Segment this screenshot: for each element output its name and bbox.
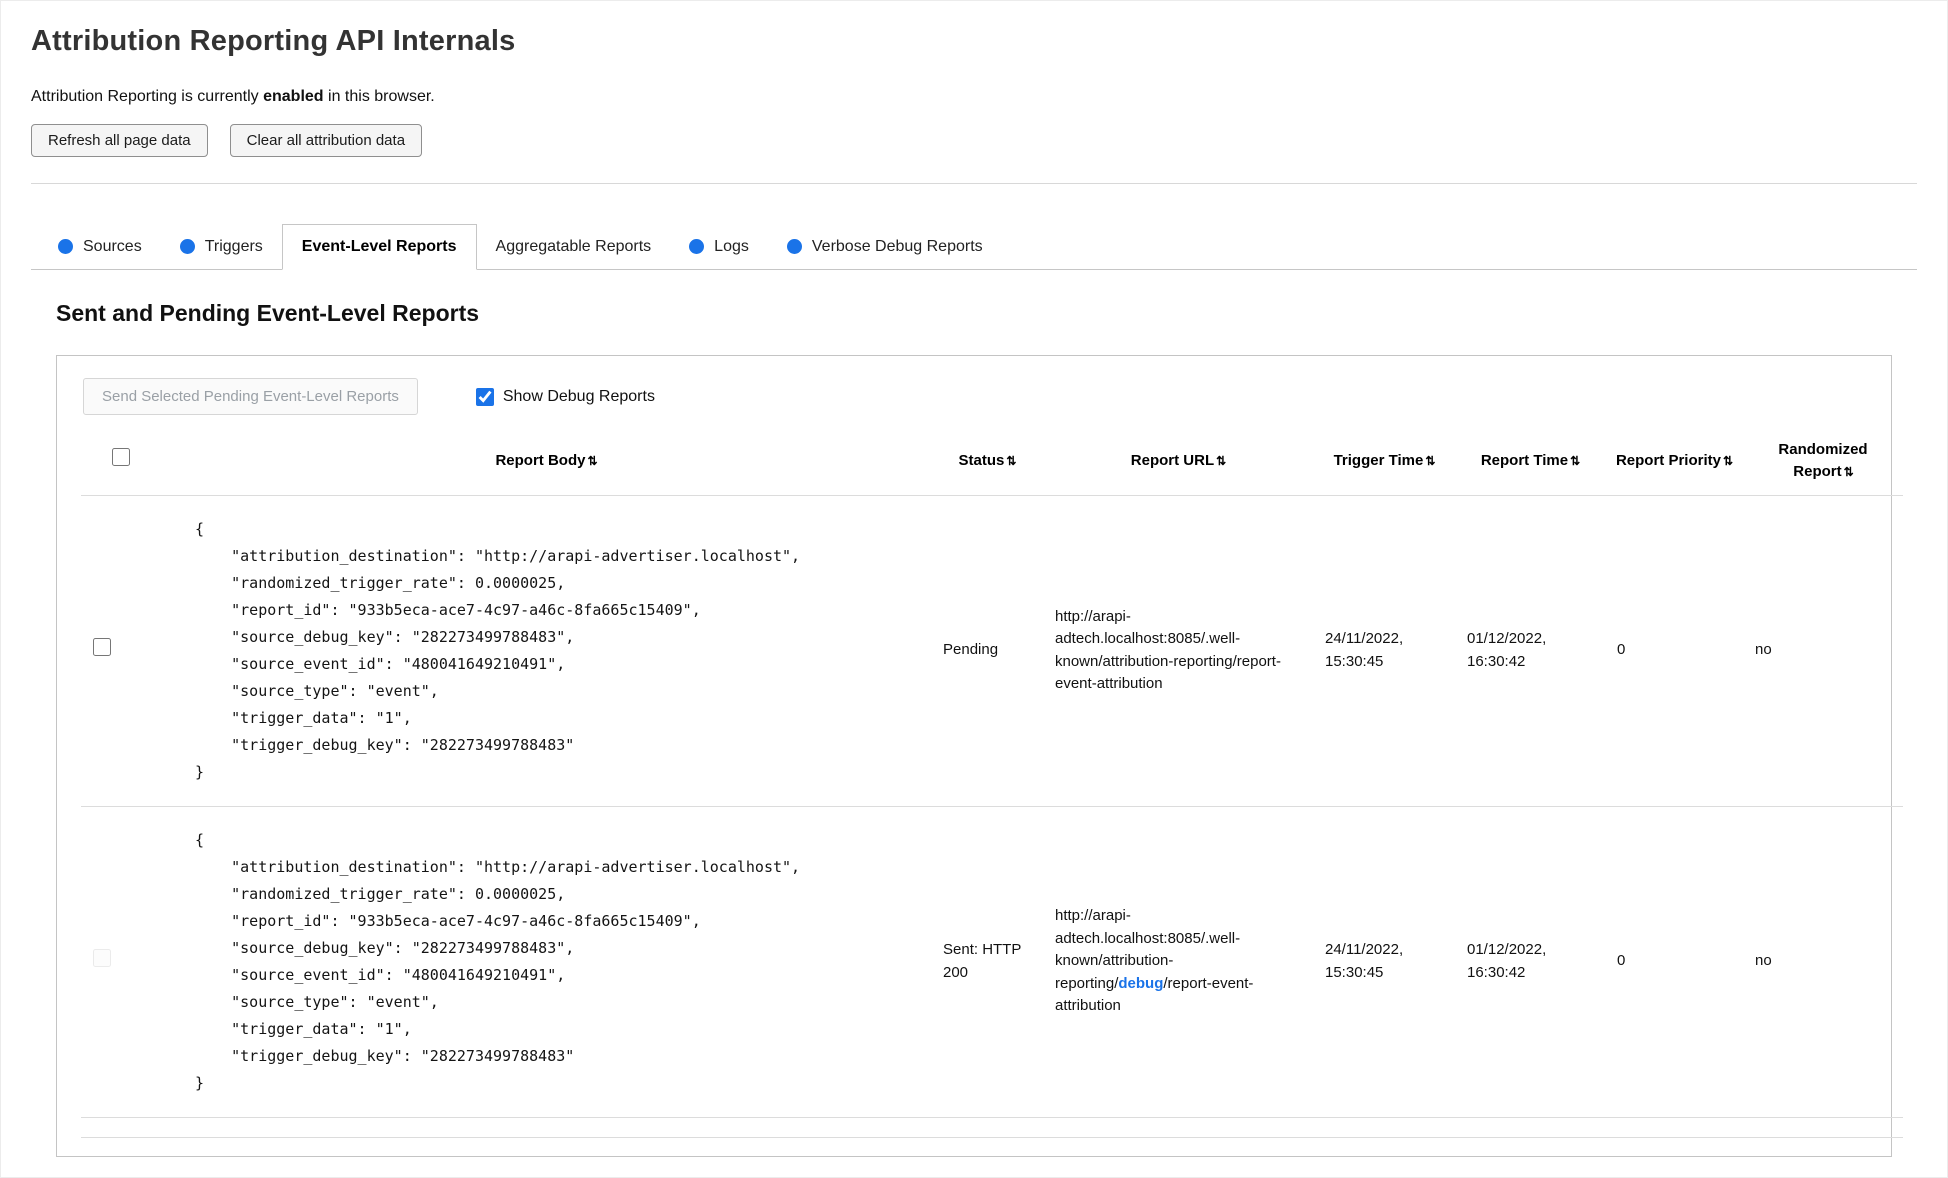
new-data-dot-icon (58, 239, 73, 254)
sort-icon: ⇅ (587, 453, 597, 468)
tab-strip: Sources Triggers Event-Level Reports Agg… (31, 224, 1917, 270)
header-report-url[interactable]: Report URL ⇅ (1043, 429, 1313, 495)
trigger-time-cell: 24/11/2022, 15:30:45 (1325, 941, 1404, 981)
status-cell: Pending (943, 641, 999, 659)
header-trigger-time[interactable]: Trigger Time ⇅ (1313, 429, 1455, 495)
tab-aggregatable-reports[interactable]: Aggregatable Reports (477, 224, 671, 269)
sort-icon: ⇅ (1006, 453, 1016, 468)
row-checkbox[interactable] (93, 637, 111, 656)
report-priority-cell: 0 (1617, 952, 1626, 970)
clear-all-button[interactable]: Clear all attribution data (229, 124, 423, 157)
send-selected-button[interactable]: Send Selected Pending Event-Level Report… (83, 378, 418, 415)
report-body-cell: { "attribution_destination": "http://ara… (161, 806, 931, 1117)
page-title: Attribution Reporting API Internals (31, 25, 516, 57)
new-data-dot-icon (786, 239, 802, 254)
status-prefix: Attribution Reporting is currently (31, 88, 264, 105)
sort-icon: ⇅ (1216, 453, 1226, 468)
status-suffix: in this browser. (323, 88, 435, 105)
tab-label: Sources (83, 237, 142, 255)
refresh-all-button[interactable]: Refresh all page data (31, 124, 208, 157)
header-report-body[interactable]: Report Body ⇅ (161, 429, 931, 495)
table-footer-spacer (81, 1117, 1903, 1137)
table-header-row: Report Body ⇅ Status ⇅ Report URL ⇅ Trigger… (81, 429, 1903, 495)
row-checkbox-cell (81, 806, 161, 1117)
select-all-checkbox[interactable] (112, 448, 130, 467)
select-all-header (81, 429, 161, 495)
report-time-cell: 01/12/2022, 16:30:42 (1467, 630, 1547, 670)
panel-toolbar: Send Selected Pending Event-Level Report… (83, 378, 1867, 415)
report-url-cell: http://arapi-adtech.localhost:8085/.well… (1043, 806, 1313, 1117)
tab-triggers[interactable]: Triggers (161, 224, 282, 269)
header-status[interactable]: Status ⇅ (931, 429, 1043, 495)
tab-label: Aggregatable Reports (495, 237, 652, 255)
row-checkbox (93, 948, 111, 967)
tab-verbose-debug-reports[interactable]: Verbose Debug Reports (768, 224, 1002, 269)
tab-label: Verbose Debug Reports (811, 237, 983, 255)
show-debug-label: Show Debug Reports (502, 387, 655, 405)
header-report-time[interactable]: Report Time ⇅ (1455, 429, 1605, 495)
section-title: Sent and Pending Event-Level Reports (56, 300, 480, 326)
tab-label: Triggers (204, 237, 263, 255)
tab-label: Event-Level Reports (301, 238, 457, 255)
report-url-cell: http://arapi-adtech.localhost:8085/.well… (1055, 607, 1281, 693)
status-enabled: enabled (263, 88, 324, 105)
table-row: { "attribution_destination": "http://ara… (81, 495, 1903, 806)
header-report-priority[interactable]: Report Priority ⇅ (1605, 429, 1743, 495)
divider (31, 183, 1917, 184)
sort-icon: ⇅ (1722, 453, 1733, 468)
report-time-cell: 01/12/2022, 16:30:42 (1467, 941, 1547, 981)
new-data-dot-icon (179, 239, 195, 254)
top-toolbar: Refresh all page data Clear all attribut… (31, 124, 1917, 157)
debug-link[interactable]: debug (1118, 975, 1163, 992)
tab-event-level-reports[interactable]: Event-Level Reports (281, 224, 477, 270)
status-text: Attribution Reporting is currently enabl… (31, 88, 1917, 106)
sort-icon: ⇅ (1843, 464, 1854, 479)
trigger-time-cell: 24/11/2022, 15:30:45 (1325, 630, 1404, 670)
report-body-cell: { "attribution_destination": "http://ara… (161, 495, 931, 806)
attribution-internals-page: Attribution Reporting API Internals Attr… (1, 1, 1947, 1157)
header-randomized-report[interactable]: Randomized Report ⇅ (1743, 429, 1903, 495)
reports-panel: Send Selected Pending Event-Level Report… (56, 355, 1903, 1157)
new-data-dot-icon (689, 239, 705, 254)
tab-label: Logs (714, 237, 749, 255)
report-body-json: { "attribution_destination": "http://ara… (195, 830, 801, 1092)
status-cell: Sent: HTTP 200 (943, 941, 1022, 981)
report-priority-cell: 0 (1617, 641, 1626, 659)
row-checkbox-cell (81, 495, 161, 806)
sort-icon: ⇅ (1570, 453, 1580, 468)
show-debug-checkbox[interactable] (475, 387, 494, 406)
randomized-report-cell: no (1755, 952, 1772, 970)
reports-table: Report Body ⇅ Status ⇅ Report URL ⇅ Trigger… (81, 429, 1903, 1138)
show-debug-toggle[interactable]: Show Debug Reports (475, 387, 655, 406)
table-row: { "attribution_destination": "http://ara… (81, 806, 1903, 1117)
randomized-report-cell: no (1755, 641, 1772, 659)
tab-sources[interactable]: Sources (39, 224, 161, 269)
sort-icon: ⇅ (1425, 453, 1435, 468)
report-body-json: { "attribution_destination": "http://ara… (195, 519, 801, 781)
tab-logs[interactable]: Logs (670, 224, 768, 269)
